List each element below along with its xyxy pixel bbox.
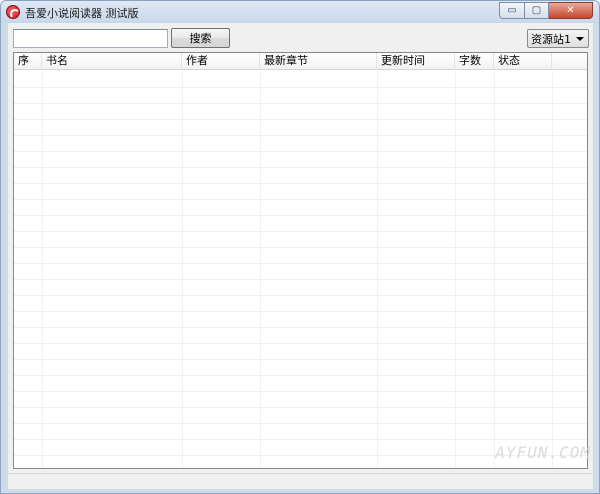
grid-column-line bbox=[260, 71, 261, 468]
grid-row-line bbox=[14, 311, 587, 312]
grid-row-line bbox=[14, 423, 587, 424]
status-bar bbox=[8, 473, 593, 489]
grid-row-line bbox=[14, 167, 587, 168]
app-window: 吾爱小说阅读器 测试版 ▭ ▢ ✕ 搜索 资源站1 序 书名 作者 最新章节 更… bbox=[0, 0, 600, 494]
grid-row-line bbox=[14, 359, 587, 360]
window-controls: ▭ ▢ ✕ bbox=[499, 2, 593, 19]
column-header-update-time[interactable]: 更新时间 bbox=[377, 53, 455, 70]
grid-column-line bbox=[494, 71, 495, 468]
column-header-word-count[interactable]: 字数 bbox=[455, 53, 494, 70]
grid-row-line bbox=[14, 199, 587, 200]
close-button[interactable]: ✕ bbox=[549, 2, 593, 19]
grid-row-line bbox=[14, 375, 587, 376]
grid-row-line bbox=[14, 119, 587, 120]
search-input[interactable] bbox=[13, 29, 168, 48]
search-button[interactable]: 搜索 bbox=[171, 28, 230, 48]
grid-row-line bbox=[14, 327, 587, 328]
grid-row-line bbox=[14, 87, 587, 88]
close-icon: ✕ bbox=[566, 5, 575, 16]
table-header: 序 书名 作者 最新章节 更新时间 字数 状态 bbox=[14, 53, 587, 70]
grid-column-line bbox=[552, 71, 553, 468]
search-button-label: 搜索 bbox=[189, 32, 212, 45]
grid-row-line bbox=[14, 151, 587, 152]
minimize-button[interactable]: ▭ bbox=[499, 2, 525, 19]
grid-column-line bbox=[42, 71, 43, 468]
column-header-latest-chapter[interactable]: 最新章节 bbox=[260, 53, 377, 70]
grid-row-line bbox=[14, 183, 587, 184]
column-header-title[interactable]: 书名 bbox=[42, 53, 182, 70]
maximize-icon: ▢ bbox=[531, 5, 542, 16]
grid-row-line bbox=[14, 279, 587, 280]
grid-row-line bbox=[14, 391, 587, 392]
grid-row-line bbox=[14, 263, 587, 264]
window-title: 吾爱小说阅读器 测试版 bbox=[25, 7, 139, 20]
title-bar[interactable]: 吾爱小说阅读器 测试版 ▭ ▢ ✕ bbox=[1, 1, 599, 23]
grid-column-line bbox=[182, 71, 183, 468]
table-body[interactable] bbox=[14, 71, 587, 468]
maximize-button[interactable]: ▢ bbox=[525, 2, 549, 19]
grid-row-line bbox=[14, 407, 587, 408]
grid-column-line bbox=[455, 71, 456, 468]
column-header-author[interactable]: 作者 bbox=[182, 53, 260, 70]
source-select-value: 资源站1 bbox=[531, 32, 571, 46]
column-header-index[interactable]: 序 bbox=[14, 53, 42, 70]
grid-row-line bbox=[14, 439, 587, 440]
watermark: AYFUN.COM bbox=[495, 443, 591, 462]
chevron-down-icon bbox=[576, 37, 584, 41]
grid-row-line bbox=[14, 247, 587, 248]
app-logo-icon bbox=[6, 5, 20, 19]
column-header-status[interactable]: 状态 bbox=[494, 53, 552, 70]
grid-row-line bbox=[14, 103, 587, 104]
book-list-table[interactable]: 序 书名 作者 最新章节 更新时间 字数 状态 bbox=[13, 52, 588, 469]
grid-row-line bbox=[14, 295, 587, 296]
client-area: 搜索 资源站1 序 书名 作者 最新章节 更新时间 字数 状态 bbox=[8, 23, 593, 489]
grid-column-line bbox=[377, 71, 378, 468]
grid-row-line bbox=[14, 231, 587, 232]
minimize-icon: ▭ bbox=[507, 5, 517, 16]
grid-row-line bbox=[14, 215, 587, 216]
grid-row-line bbox=[14, 343, 587, 344]
source-select[interactable]: 资源站1 bbox=[527, 29, 589, 48]
grid-row-line bbox=[14, 135, 587, 136]
